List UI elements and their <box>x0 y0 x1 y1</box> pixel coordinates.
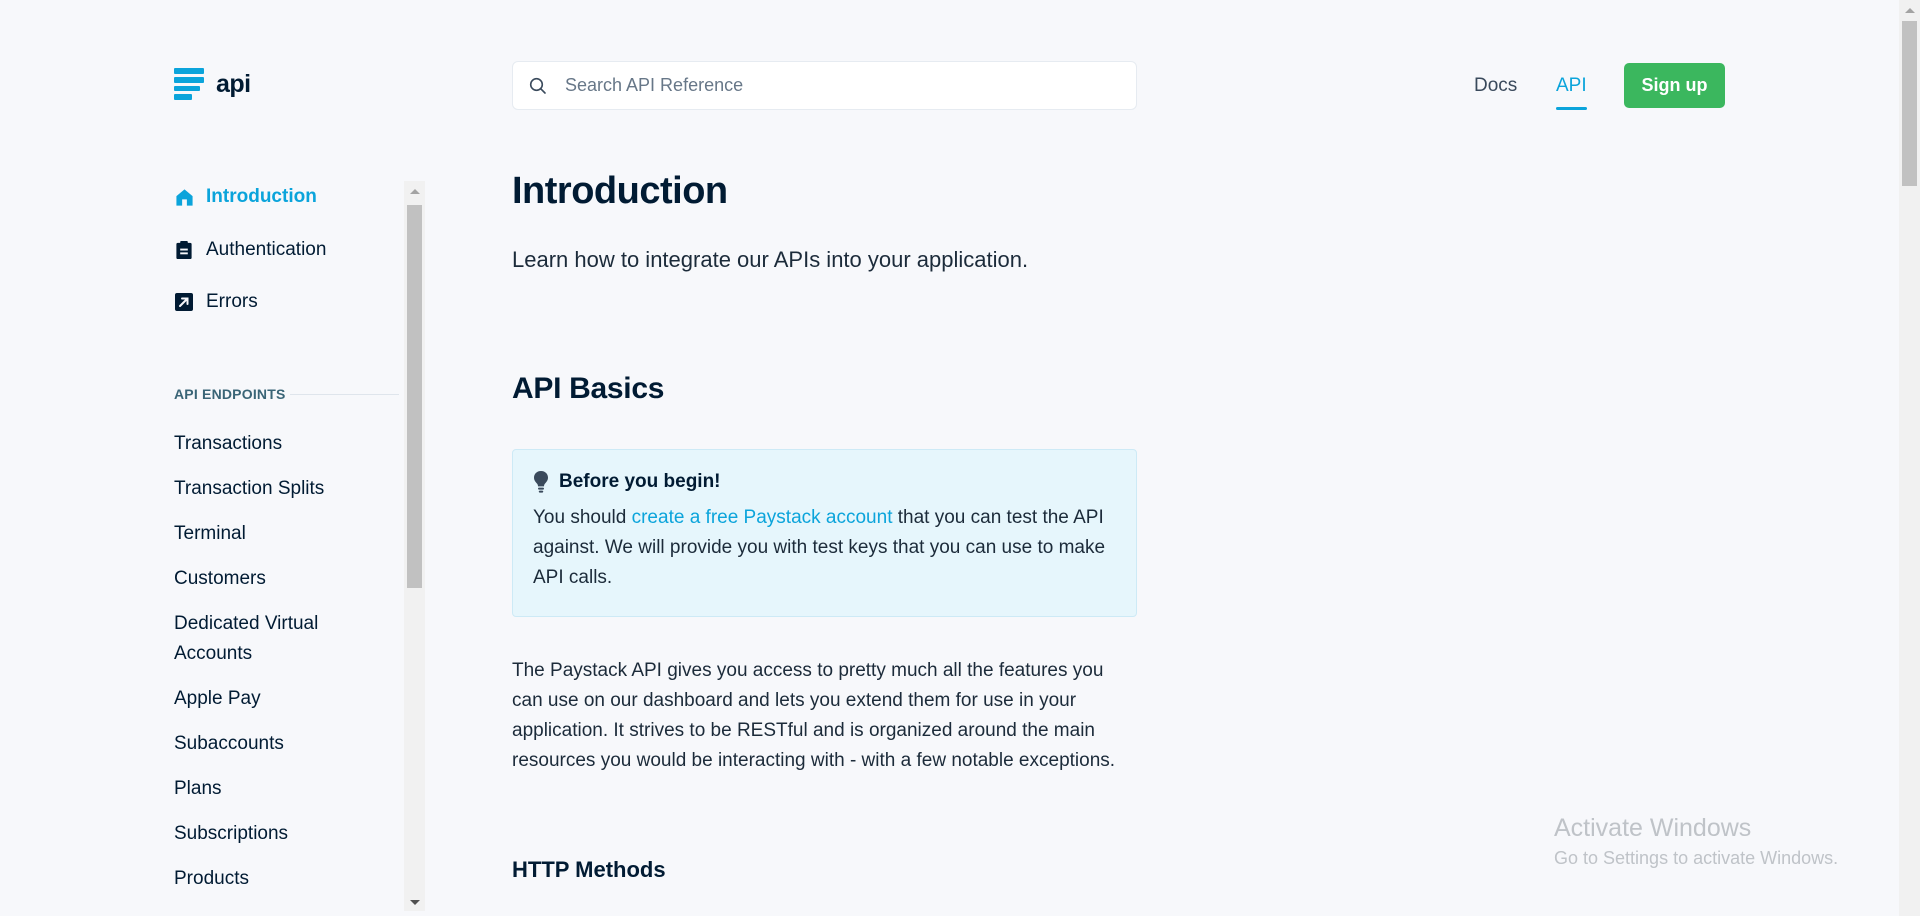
sidebar-scrollbar[interactable] <box>404 181 425 911</box>
sidebar-item-customers[interactable]: Customers <box>174 564 374 594</box>
callout-box: Before you begin! You should create a fr… <box>512 449 1137 617</box>
sidebar-item-plans[interactable]: Plans <box>174 774 374 804</box>
page-lead: Learn how to integrate our APIs into you… <box>512 247 1029 272</box>
sidebar-item-apple-pay[interactable]: Apple Pay <box>174 684 374 714</box>
callout-text-before: You should <box>533 507 632 528</box>
sidebar-item-subaccounts[interactable]: Subaccounts <box>174 729 374 759</box>
callout-title: Before you begin! <box>559 471 721 492</box>
sidebar-item-label: Introduction <box>206 186 317 207</box>
lightbulb-icon <box>534 471 548 493</box>
page: api Docs API Sign up Introduction Authen… <box>0 0 1920 916</box>
sidebar-item-products[interactable]: Products <box>174 864 374 894</box>
nav-docs-link[interactable]: Docs <box>1474 75 1517 97</box>
sidebar-item-introduction[interactable]: Introduction <box>174 186 317 208</box>
search-icon <box>529 77 546 94</box>
sidebar: Introduction Authentication Errors API E… <box>174 180 404 916</box>
sidebar-item-subscriptions[interactable]: Subscriptions <box>174 819 374 849</box>
nav-api-link[interactable]: API <box>1556 75 1587 97</box>
sidebar-item-label: Errors <box>206 291 258 312</box>
subsection-title: HTTP Methods <box>512 857 666 882</box>
scrollbar-thumb[interactable] <box>407 205 422 588</box>
sidebar-item-label: Authentication <box>206 239 327 260</box>
nav-active-indicator <box>1556 107 1587 110</box>
arrow-box-icon <box>174 292 194 312</box>
scroll-down-arrow-icon[interactable] <box>410 900 420 905</box>
activate-windows-title: Activate Windows <box>1554 814 1752 842</box>
activate-windows-subtitle: Go to Settings to activate Windows. <box>1554 848 1839 868</box>
section-label-api-endpoints: API ENDPOINTS <box>174 386 399 402</box>
scrollbar-thumb[interactable] <box>1902 21 1917 186</box>
sidebar-item-dedicated-virtual-accounts[interactable]: Dedicated Virtual Accounts <box>174 609 374 669</box>
page-title: Introduction <box>512 170 728 212</box>
divider <box>289 393 399 395</box>
section-title: API Basics <box>512 372 665 405</box>
page-scrollbar[interactable] <box>1899 0 1920 916</box>
sidebar-item-authentication[interactable]: Authentication <box>174 239 326 261</box>
search-input[interactable] <box>565 75 1105 96</box>
sidebar-item-terminal[interactable]: Terminal <box>174 519 374 549</box>
sidebar-item-errors[interactable]: Errors <box>174 291 258 313</box>
search-box[interactable] <box>512 61 1137 110</box>
sidebar-item-transaction-splits[interactable]: Transaction Splits <box>174 474 374 504</box>
create-account-link[interactable]: create a free Paystack account <box>632 507 893 528</box>
logo-text: api <box>216 69 251 98</box>
logo-link[interactable]: api <box>174 68 251 100</box>
paystack-logo-icon <box>174 68 204 100</box>
scroll-up-arrow-icon[interactable] <box>1905 8 1915 13</box>
clipboard-icon <box>174 240 194 260</box>
sign-up-button[interactable]: Sign up <box>1624 63 1725 108</box>
section-label-text: API ENDPOINTS <box>174 386 286 402</box>
home-icon <box>174 187 194 207</box>
callout-text: You should create a free Paystack accoun… <box>533 503 1116 593</box>
callout-header: Before you begin! <box>533 470 1116 494</box>
sidebar-item-transactions[interactable]: Transactions <box>174 429 374 459</box>
intro-paragraph: The Paystack API gives you access to pre… <box>512 660 1116 771</box>
scroll-up-arrow-icon[interactable] <box>410 189 420 194</box>
